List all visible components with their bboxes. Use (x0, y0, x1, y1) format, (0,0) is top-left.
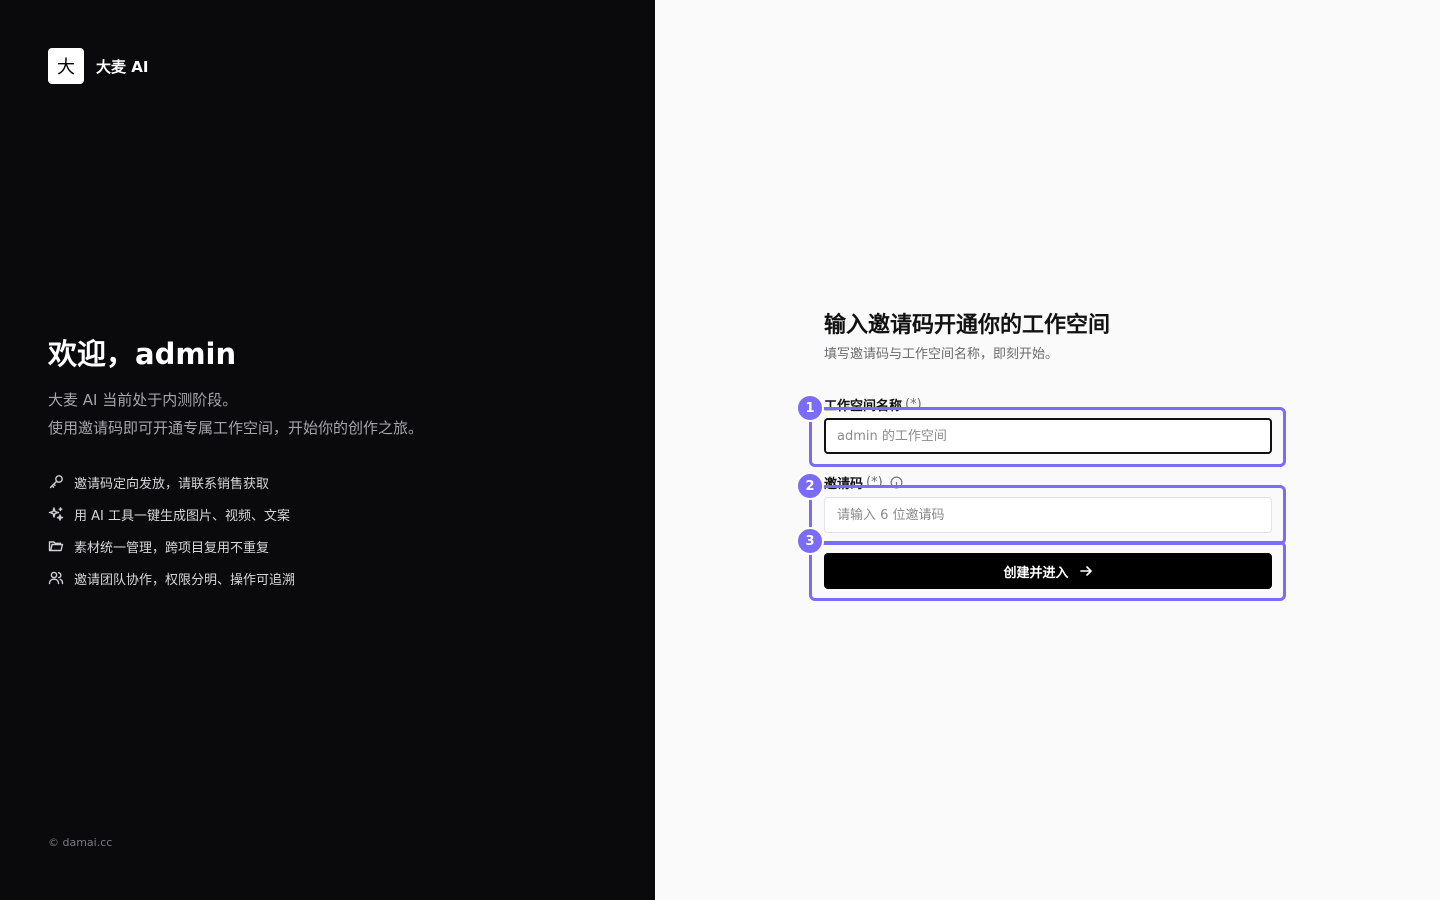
list-item: 邀请团队协作，权限分明、操作可追溯 (48, 562, 295, 594)
workspace-label: 工作空间名称 (*) (824, 395, 922, 414)
feature-text: 邀请团队协作，权限分明、操作可追溯 (74, 572, 296, 588)
feature-list: 邀请码定向发放，请联系销售获取 用 AI 工具一键生成图片、视频、文案 素材统一… (48, 466, 295, 594)
invite-code-label-text: 邀请码 (824, 477, 864, 492)
annotation-badge-2: 2 (796, 472, 824, 500)
required-marker: (*) (866, 475, 883, 490)
feature-text: 邀请码定向发放，请联系销售获取 (74, 476, 270, 492)
welcome-subtitle: 大麦 AI 当前处于内测阶段。 使用邀请码即可开通专属工作空间，开始你的创作之旅… (48, 386, 423, 442)
folder-icon (48, 538, 64, 554)
annotation-badge-1: 1 (796, 394, 824, 422)
workspace-name-input[interactable] (824, 418, 1272, 454)
form-header: 输入邀请码开通你的工作空间 填写邀请码与工作空间名称，即刻开始。 (824, 310, 1272, 366)
welcome-line-2: 使用邀请码即可开通专属工作空间，开始你的创作之旅。 (48, 419, 424, 437)
form-title: 输入邀请码开通你的工作空间 (824, 313, 1111, 338)
welcome-section: 欢迎，admin 大麦 AI 当前处于内测阶段。 使用邀请码即可开通专属工作空间… (48, 334, 423, 442)
right-panel: 输入邀请码开通你的工作空间 填写邀请码与工作空间名称，即刻开始。 工作空间名称 … (655, 0, 1440, 900)
arrow-right-icon (1079, 566, 1092, 576)
feature-text: 素材统一管理，跨项目复用不重复 (74, 540, 270, 556)
key-icon (48, 474, 64, 490)
submit-label: 创建并进入 (1003, 565, 1069, 581)
sparkles-icon (48, 506, 64, 522)
list-item: 用 AI 工具一键生成图片、视频、文案 (48, 498, 295, 530)
welcome-line-1: 大麦 AI 当前处于内测阶段。 (48, 391, 238, 409)
workspace-label-text: 工作空间名称 (824, 399, 903, 414)
users-icon (48, 570, 64, 586)
brand: 大 大麦 AI (48, 48, 148, 84)
invite-code-input[interactable] (824, 497, 1272, 533)
create-and-enter-button[interactable]: 创建并进入 (824, 553, 1272, 589)
brand-name: 大麦 AI (96, 57, 149, 76)
list-item: 素材统一管理，跨项目复用不重复 (48, 530, 295, 562)
required-marker: (*) (905, 397, 922, 412)
feature-text: 用 AI 工具一键生成图片、视频、文案 (74, 508, 290, 524)
annotation-badge-3: 3 (796, 527, 824, 555)
welcome-title: 欢迎，admin (48, 337, 237, 371)
brand-logo: 大 (48, 48, 84, 84)
copyright: © damai.cc (48, 836, 113, 849)
invite-code-label: 邀请码 (*) (824, 473, 903, 492)
list-item: 邀请码定向发放，请联系销售获取 (48, 466, 295, 498)
form-subtitle: 填写邀请码与工作空间名称，即刻开始。 (824, 347, 1059, 362)
info-icon[interactable] (890, 476, 903, 489)
left-panel: 大 大麦 AI 欢迎，admin 大麦 AI 当前处于内测阶段。 使用邀请码即可… (0, 0, 655, 900)
